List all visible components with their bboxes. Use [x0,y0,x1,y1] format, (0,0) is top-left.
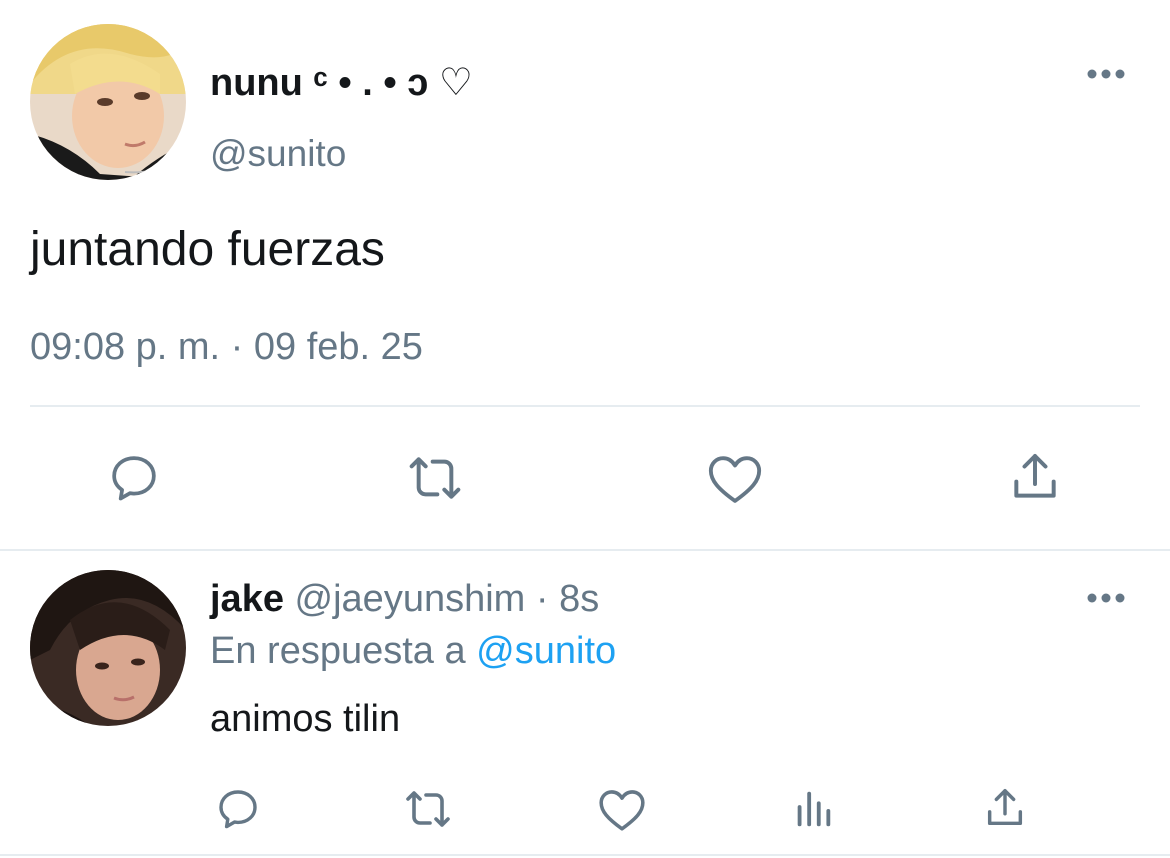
avatar[interactable] [30,24,186,180]
tweet-timestamp[interactable]: 09:08 p. m. · 09 feb. 25 [30,324,423,370]
retweet-icon [406,791,450,827]
retweet-icon [409,457,461,499]
analytics-icon [797,791,831,827]
reply-to-label: En respuesta a [210,630,466,672]
separator: · [535,578,549,620]
avatar-image [30,570,186,726]
bottom-divider [0,854,1170,856]
section-divider [0,549,1170,551]
share-button[interactable] [1004,446,1066,508]
reply-context: En respuesta a @sunito [210,628,616,674]
reply-button[interactable] [104,448,164,508]
more-options-icon[interactable] [1086,64,1126,84]
heart-icon [599,790,645,831]
user-handle[interactable]: @sunito [210,132,346,176]
heart-icon [708,456,762,503]
avatar[interactable] [30,570,186,726]
reply-button[interactable] [212,784,264,834]
reply-to-handle[interactable]: @sunito [476,630,616,672]
divider [30,405,1140,407]
user-handle[interactable]: @jaeyunshim [295,578,526,620]
more-options-icon[interactable] [1086,588,1126,608]
reply-icon [219,790,257,829]
analytics-button[interactable] [790,784,836,834]
reply-header: jake @jaeyunshim · 8s [210,576,599,622]
retweet-button[interactable] [398,784,458,834]
tweet-text: animos tilin [210,698,401,740]
reply-icon [112,456,156,501]
share-button[interactable] [980,782,1030,834]
like-button[interactable] [704,448,766,508]
like-button[interactable] [596,784,648,834]
avatar-image [30,24,186,180]
display-name[interactable]: nunu ᶜ • . • ɔ ♡ [210,60,473,106]
time-ago[interactable]: 8s [559,578,599,620]
retweet-button[interactable] [400,448,470,508]
display-name[interactable]: jake [210,578,284,620]
tweet-text: juntando fuerzas [30,223,385,276]
share-icon [987,789,1023,826]
share-icon [1014,454,1056,498]
